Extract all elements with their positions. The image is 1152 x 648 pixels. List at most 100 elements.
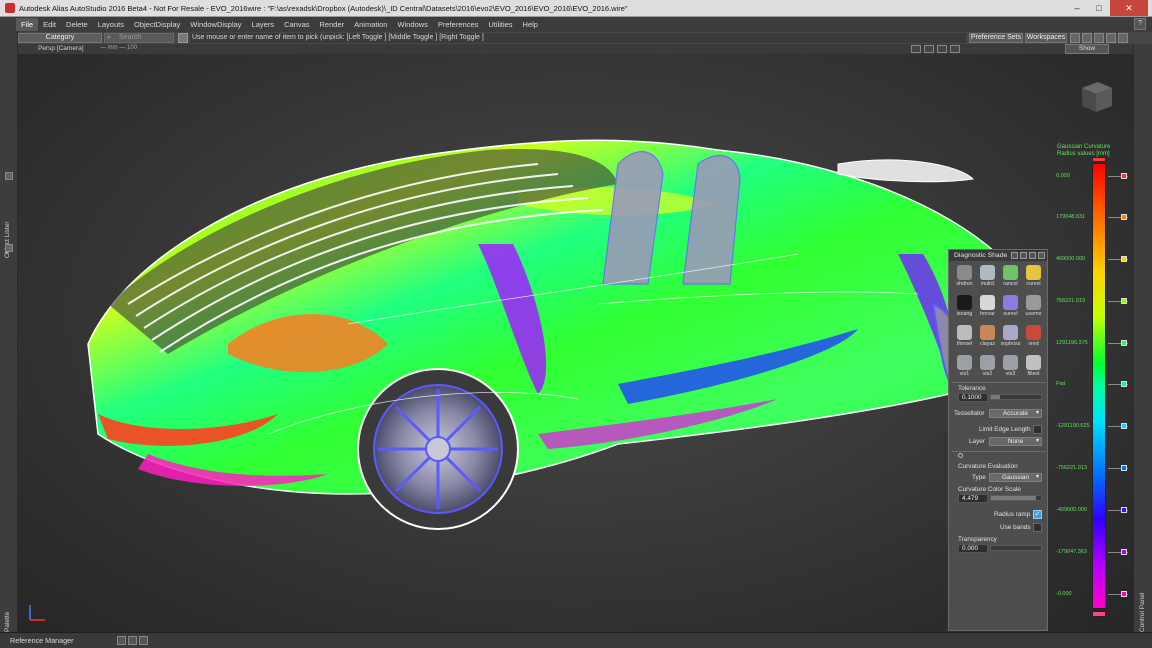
layout-icon[interactable] — [117, 636, 126, 645]
grid-icon[interactable] — [1094, 33, 1104, 43]
camera-icon[interactable] — [911, 45, 921, 53]
settings-icon[interactable] — [1118, 33, 1128, 43]
section-collapse-icon[interactable] — [958, 453, 963, 458]
panel-collapse-icon[interactable] — [1029, 252, 1036, 259]
divider — [952, 451, 1046, 452]
shader-swatch-icon — [1026, 355, 1041, 370]
legend-handle[interactable] — [1121, 256, 1127, 262]
legend-handle[interactable] — [1121, 507, 1127, 513]
close-viewport-icon[interactable] — [950, 45, 960, 53]
transparency-slider[interactable] — [990, 545, 1042, 551]
maximize-button[interactable]: □ — [1088, 0, 1110, 16]
legend-handle[interactable] — [1121, 173, 1127, 179]
shader-swatch-icon — [1026, 265, 1041, 280]
frame-icon[interactable] — [924, 45, 934, 53]
legend-handle[interactable] — [1121, 465, 1127, 471]
legend-handle[interactable] — [1121, 298, 1127, 304]
category-dropdown[interactable]: Category — [18, 33, 102, 43]
radius-ramp-checkbox[interactable]: ✓ — [1033, 510, 1042, 519]
legend-handle[interactable] — [1121, 423, 1127, 429]
legend-title-line1: Gaussian Curvature — [1057, 144, 1111, 150]
shader-swatch-icon — [980, 265, 995, 280]
legend-handle[interactable] — [1121, 340, 1127, 346]
search-input[interactable]: ⌕ Search — [104, 33, 174, 43]
shader-vis1[interactable]: vis1 — [953, 355, 976, 381]
menu-delete[interactable]: Delete — [61, 18, 93, 31]
color-scale-slider[interactable] — [990, 495, 1042, 501]
panel-options-icon[interactable] — [1020, 252, 1027, 259]
prompt-icon[interactable] — [178, 33, 188, 43]
shader-clayaz[interactable]: clayaz — [976, 325, 999, 351]
menu-preferences[interactable]: Preferences — [433, 18, 483, 31]
control-panel-tab[interactable]: Control Panel — [1139, 592, 1149, 632]
layout-icon[interactable] — [1082, 33, 1092, 43]
legend-handle[interactable] — [1121, 214, 1127, 220]
close-button[interactable]: ✕ — [1110, 0, 1148, 16]
view-cube-icon[interactable] — [1076, 76, 1116, 116]
minimize-button[interactable]: – — [1066, 0, 1088, 16]
shader-rancol[interactable]: rancol — [999, 265, 1022, 291]
shader-sophoss[interactable]: sophoss — [999, 325, 1022, 351]
menu-help[interactable]: Help — [518, 18, 543, 31]
use-bands-checkbox[interactable] — [1033, 523, 1042, 532]
preference-sets-button[interactable]: Preference Sets — [969, 33, 1023, 43]
menu-render[interactable]: Render — [315, 18, 350, 31]
pin-icon[interactable] — [5, 244, 13, 252]
menu-layers[interactable]: Layers — [247, 18, 280, 31]
menu-file[interactable]: File — [16, 18, 39, 31]
shader-vis3[interactable]: vis3 — [999, 355, 1022, 381]
tolerance-slider[interactable] — [990, 394, 1042, 400]
shader-surevl[interactable]: surevl — [999, 295, 1022, 321]
curvature-color-bar[interactable] — [1092, 157, 1106, 617]
menu-utilities[interactable]: Utilities — [483, 18, 517, 31]
home-icon[interactable] — [1070, 33, 1080, 43]
curvature-type-dropdown[interactable]: Gaussian — [989, 473, 1042, 482]
expand-icon[interactable] — [128, 636, 137, 645]
menu-edit[interactable]: Edit — [38, 18, 61, 31]
reference-manager-label[interactable]: Reference Manager — [10, 636, 74, 645]
shader-vred[interactable]: vred — [1022, 325, 1045, 351]
pin-icon[interactable] — [5, 172, 13, 180]
shader-isoang[interactable]: isoang — [953, 295, 976, 321]
legend-handle[interactable] — [1121, 591, 1127, 597]
menu-windows[interactable]: Windows — [392, 18, 432, 31]
legend-handle[interactable] — [1121, 549, 1127, 555]
menu-layouts[interactable]: Layouts — [93, 18, 129, 31]
camera-label[interactable]: Persp [Camera] — [38, 45, 84, 52]
shader-vis2[interactable]: vis2 — [976, 355, 999, 381]
tolerance-field[interactable]: 0.1000 — [958, 393, 988, 402]
shader-curevl[interactable]: curevl — [1022, 265, 1045, 291]
menu-windowdisplay[interactable]: WindowDisplay — [185, 18, 246, 31]
close-icon[interactable] — [139, 636, 148, 645]
legend-label: 0.000 — [1056, 173, 1070, 179]
menu-objectdisplay[interactable]: ObjectDisplay — [129, 18, 185, 31]
expand-icon[interactable] — [1106, 33, 1116, 43]
shader-fillest[interactable]: fillest — [1022, 355, 1045, 381]
shader-shdren[interactable]: shdren — [953, 265, 976, 291]
menu-animation[interactable]: Animation — [349, 18, 392, 31]
status-bar: Reference Manager — [0, 632, 1152, 648]
panel-header[interactable]: Diagnostic Shade — [949, 250, 1047, 261]
color-scale-field[interactable]: 4.479 — [958, 494, 988, 503]
limit-edge-length-label: Limit Edge Length — [979, 426, 1031, 433]
legend-handle[interactable] — [1121, 381, 1127, 387]
layer-dropdown[interactable]: None — [989, 437, 1042, 446]
help-icon[interactable]: ? — [1134, 18, 1146, 30]
shader-swatch-icon — [957, 355, 972, 370]
shader-usemo[interactable]: usemo — [1022, 295, 1045, 321]
tessellator-dropdown[interactable]: Accurate — [989, 409, 1042, 418]
limit-edge-length-checkbox[interactable] — [1033, 425, 1042, 434]
panel-help-icon[interactable] — [1011, 252, 1018, 259]
show-button[interactable]: Show — [1065, 44, 1109, 54]
panel-close-icon[interactable] — [1038, 252, 1045, 259]
prompt-line[interactable]: Use mouse or enter name of item to pick … — [190, 33, 966, 43]
maximize-viewport-icon[interactable] — [937, 45, 947, 53]
shader-multcl[interactable]: multcl — [976, 265, 999, 291]
menu-canvas[interactable]: Canvas — [279, 18, 314, 31]
search-placeholder: Search — [119, 34, 142, 41]
workspaces-button[interactable]: Workspaces — [1025, 33, 1067, 43]
shader-horvar[interactable]: horvar — [976, 295, 999, 321]
shader-thinsel[interactable]: thinsel — [953, 325, 976, 351]
transparency-field[interactable]: 0.000 — [958, 544, 988, 553]
palette-tab[interactable]: Palette — [4, 592, 14, 632]
